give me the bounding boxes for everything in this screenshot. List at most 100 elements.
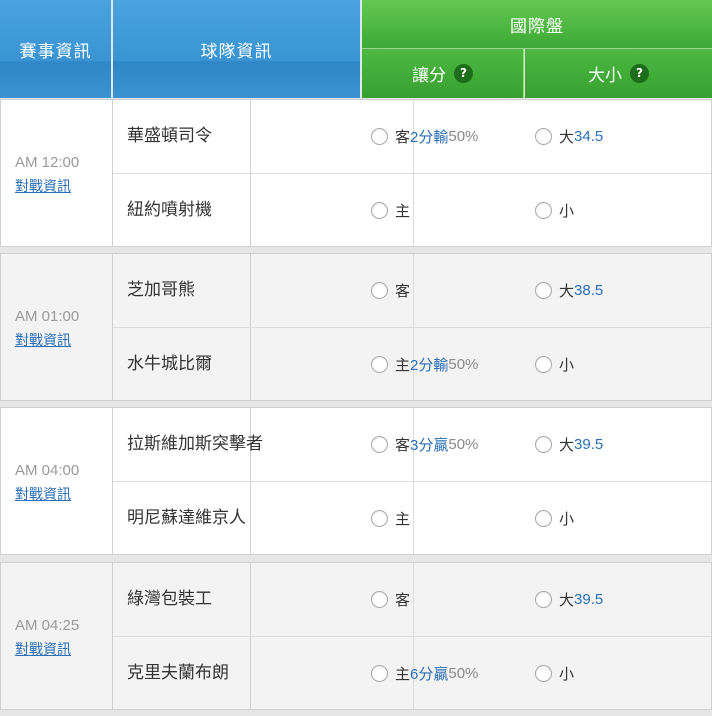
matchup-info-link[interactable]: 對戰資訊 [15,176,71,196]
team-row: 綠灣包裝工 客 大 39.5 [113,563,711,637]
game-block: AM 04:00 對戰資訊 拉斯維加斯突擊者 客 3分贏 50% 大 39.5 … [0,407,712,555]
header-total-label: 大小 [588,66,622,86]
spread-option[interactable]: 主 2分輸 50% [371,328,478,401]
radio-button[interactable] [371,510,388,527]
team-name: 明尼蘇達維京人 [127,508,246,528]
total-option[interactable]: 大 34.5 [535,100,603,173]
handicap-value: 2分輸 [410,129,449,146]
spread-option[interactable]: 客 [371,254,410,327]
team-row: 明尼蘇達維京人 主 小 [113,482,711,555]
over-under-label: 大 [559,591,575,609]
game-info-cell: AM 04:00 對戰資訊 [1,408,113,554]
radio-button[interactable] [535,436,552,453]
team-row: 拉斯維加斯突擊者 客 3分贏 50% 大 39.5 [113,408,711,482]
total-option[interactable]: 大 39.5 [535,563,603,636]
game-block: AM 12:00 對戰資訊 華盛頓司令 客 2分輸 50% 大 34.5 紐約噴… [0,99,712,247]
total-line: 34.5 [574,128,604,145]
over-under-label: 大 [559,436,575,454]
over-under-label: 大 [559,282,575,300]
radio-button[interactable] [535,282,552,299]
game-info-cell: AM 01:00 對戰資訊 [1,254,113,400]
game-block: AM 01:00 對戰資訊 芝加哥熊 客 大 38.5 水牛城比爾 主 2分輸 … [0,253,712,401]
radio-button[interactable] [371,128,388,145]
game-time: AM 12:00 [15,154,80,171]
total-option[interactable]: 小 [535,174,574,247]
radio-button[interactable] [535,202,552,219]
help-icon[interactable]: ? [454,64,473,83]
total-line: 38.5 [574,282,604,299]
matchup-info-link[interactable]: 對戰資訊 [15,639,71,659]
handicap-value: 2分輸 [410,357,449,374]
radio-button[interactable] [535,128,552,145]
team-name: 水牛城比爾 [127,354,212,374]
team-name: 華盛頓司令 [127,126,212,146]
team-name: 芝加哥熊 [127,280,195,300]
over-under-label: 小 [559,202,575,220]
matchup-info-link[interactable]: 對戰資訊 [15,484,71,504]
radio-button[interactable] [371,202,388,219]
header-event-info: 賽事資訊 [0,0,112,98]
side-label: 主 [395,665,411,683]
side-label: 客 [395,128,411,146]
header-spread-label: 讓分 [412,66,446,86]
odds-table: 賽事資訊 球隊資訊 國際盤 讓分 ? 大小 ? AM 12:00 對戰資訊 華盛… [0,0,712,716]
handicap-percent: 50% [448,128,479,145]
total-option[interactable]: 小 [535,482,574,555]
radio-button[interactable] [535,591,552,608]
total-option[interactable]: 小 [535,637,574,710]
help-icon[interactable]: ? [630,64,649,83]
handicap-percent: 50% [448,665,479,682]
team-row: 芝加哥熊 客 大 38.5 [113,254,711,328]
header-total: 大小 ? [525,49,712,98]
game-time: AM 01:00 [15,308,80,325]
radio-button[interactable] [371,436,388,453]
over-under-label: 大 [559,128,575,146]
spread-option[interactable]: 客 3分贏 50% [371,408,478,481]
side-label: 主 [395,356,411,374]
team-name: 綠灣包裝工 [127,589,212,609]
side-label: 客 [395,282,411,300]
radio-button[interactable] [371,282,388,299]
game-info-cell: AM 04:25 對戰資訊 [1,563,113,709]
total-option[interactable]: 小 [535,328,574,401]
team-row: 華盛頓司令 客 2分輸 50% 大 34.5 [113,100,711,174]
team-row: 水牛城比爾 主 2分輸 50% 小 [113,328,711,401]
side-label: 客 [395,436,411,454]
team-name: 克里夫蘭布朗 [127,663,229,683]
team-row: 紐約噴射機 主 小 [113,174,711,247]
header-international: 國際盤 [362,0,712,49]
spread-option[interactable]: 客 [371,563,410,636]
team-row: 克里夫蘭布朗 主 6分贏 50% 小 [113,637,711,710]
radio-button[interactable] [371,665,388,682]
spread-option[interactable]: 主 6分贏 50% [371,637,478,710]
matchup-info-link[interactable]: 對戰資訊 [15,330,71,350]
game-time: AM 04:25 [15,617,80,634]
over-under-label: 小 [559,356,575,374]
spread-option[interactable]: 主 [371,174,410,247]
team-name: 紐約噴射機 [127,200,212,220]
game-block: AM 04:25 對戰資訊 綠灣包裝工 客 大 39.5 克里夫蘭布朗 主 6分… [0,562,712,710]
radio-button[interactable] [371,591,388,608]
spread-option[interactable]: 主 [371,482,410,555]
side-label: 主 [395,202,411,220]
handicap-percent: 50% [448,436,479,453]
team-name: 拉斯維加斯突擊者 [127,434,263,454]
radio-button[interactable] [535,510,552,527]
total-line: 39.5 [574,591,604,608]
total-line: 39.5 [574,436,604,453]
over-under-label: 小 [559,510,575,528]
handicap-value: 3分贏 [410,437,449,454]
header-spread: 讓分 ? [362,49,524,98]
handicap-value: 6分贏 [410,666,449,683]
header-team-info: 球隊資訊 [113,0,361,98]
game-time: AM 04:00 [15,462,80,479]
spread-option[interactable]: 客 2分輸 50% [371,100,478,173]
total-option[interactable]: 大 39.5 [535,408,603,481]
total-option[interactable]: 大 38.5 [535,254,603,327]
radio-button[interactable] [535,665,552,682]
game-info-cell: AM 12:00 對戰資訊 [1,100,113,246]
radio-button[interactable] [371,356,388,373]
side-label: 主 [395,510,411,528]
radio-button[interactable] [535,356,552,373]
over-under-label: 小 [559,665,575,683]
